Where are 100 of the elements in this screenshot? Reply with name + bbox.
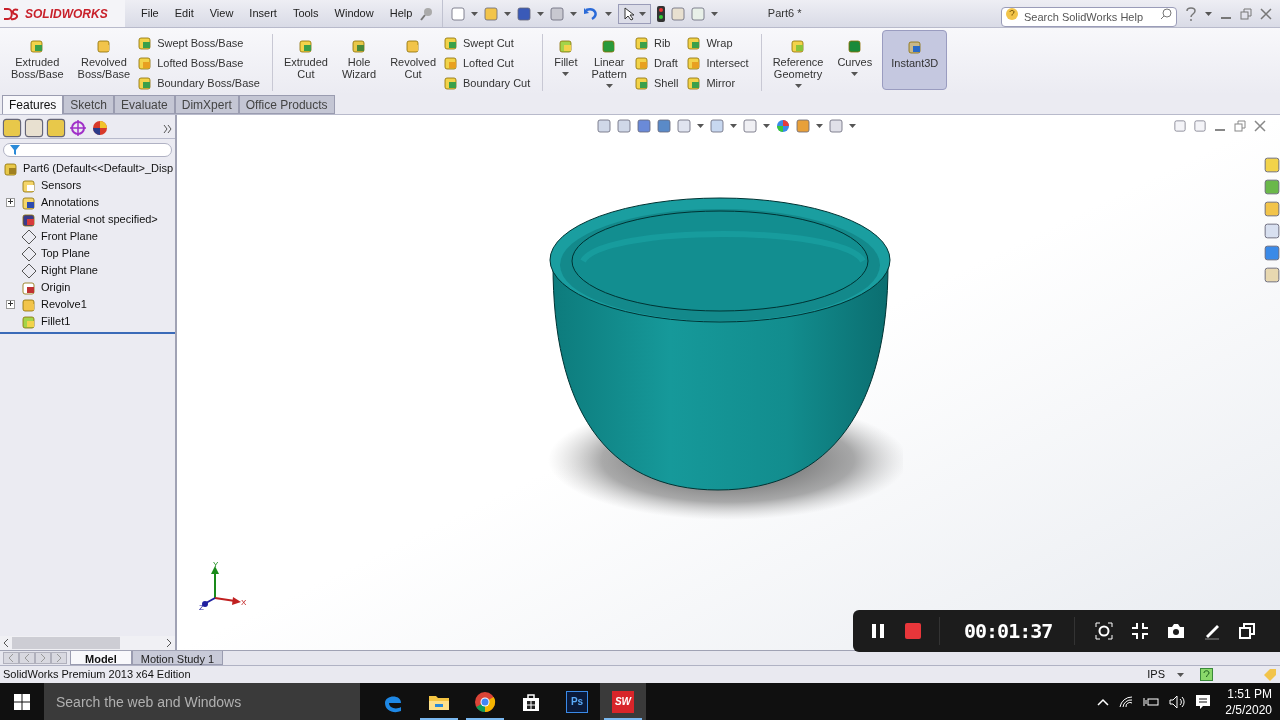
appearance-icon[interactable] [90, 118, 110, 138]
caret-icon[interactable] [605, 11, 613, 16]
expand-toggle[interactable] [6, 198, 15, 207]
ribbon-command[interactable]: Fillet [550, 30, 582, 68]
filter-field[interactable] [3, 143, 172, 157]
tray-chevron-icon[interactable] [1097, 697, 1110, 706]
tree-item[interactable]: Origin [41, 279, 71, 296]
ribbon-command[interactable]: Extruded Boss/Base [7, 30, 68, 80]
ribbon-command[interactable]: Rib [633, 33, 679, 53]
caret-icon[interactable] [711, 11, 719, 16]
menu-item[interactable]: Help [381, 5, 421, 22]
caret-icon[interactable] [562, 72, 570, 76]
ribbon-tab[interactable]: Sketch [63, 95, 115, 114]
ribbon-command[interactable]: Extruded Cut [279, 30, 332, 80]
ribbon-tab[interactable]: Evaluate [114, 95, 175, 114]
caret-icon[interactable] [471, 11, 479, 16]
tree-item[interactable]: Annotations [41, 194, 100, 211]
pause-icon[interactable] [871, 623, 885, 639]
ribbon-command[interactable]: Boundary Boss/Base [137, 73, 260, 93]
study-tab[interactable]: Motion Study 1 [131, 651, 224, 665]
pin-icon[interactable] [420, 6, 435, 21]
caret-icon[interactable] [504, 11, 512, 16]
caret-icon[interactable] [1205, 11, 1212, 16]
ribbon-tab[interactable]: Office Products [238, 95, 335, 114]
ribbon-command[interactable]: Lofted Cut [443, 53, 531, 73]
menu-item[interactable]: File [133, 5, 167, 22]
undo-icon[interactable] [583, 6, 600, 21]
caret-icon[interactable] [570, 11, 578, 16]
help-icon[interactable] [1200, 668, 1213, 681]
tree-item[interactable]: Revolve1 [41, 296, 87, 313]
tree-item[interactable]: Front Plane [41, 228, 98, 245]
ribbon-tab[interactable]: Features [2, 95, 64, 114]
crosshair-icon[interactable] [68, 118, 88, 138]
photoshop-icon[interactable]: Ps [566, 690, 588, 713]
volume-icon[interactable] [1169, 694, 1186, 709]
clock-date[interactable]: 2/5/2020 [1225, 701, 1272, 718]
caret-icon[interactable] [851, 72, 859, 76]
menu-item[interactable]: Insert [241, 5, 285, 22]
caret-icon[interactable] [537, 11, 545, 16]
caret-icon[interactable] [697, 124, 704, 128]
help-icon[interactable] [1185, 6, 1197, 21]
ribbon-command[interactable]: Lofted Boss/Base [137, 53, 260, 73]
store-icon[interactable] [521, 691, 541, 712]
menu-item[interactable]: Edit [166, 5, 202, 22]
caret-icon[interactable] [763, 124, 770, 128]
tree-item[interactable]: Sensors [41, 177, 82, 194]
ribbon-command[interactable]: Draft [633, 53, 679, 73]
close-icon[interactable] [1254, 120, 1266, 132]
caret-icon[interactable] [730, 124, 737, 128]
ribbon-command[interactable]: Instant3D [882, 30, 948, 90]
units-caret-icon[interactable] [1177, 672, 1184, 677]
expand-toggle[interactable] [6, 300, 15, 309]
units-selector[interactable]: IPS [1147, 666, 1165, 683]
battery-icon[interactable] [1143, 695, 1160, 708]
search-icon[interactable] [1160, 7, 1172, 20]
ribbon-command[interactable]: Hole Wizard [337, 30, 381, 80]
clock-time[interactable]: 1:51 PM [1227, 685, 1272, 702]
menu-item[interactable]: Tools [284, 5, 327, 22]
appearance-icon[interactable] [776, 119, 790, 133]
tree-item[interactable]: Fillet1 [41, 313, 71, 330]
ribbon-tab[interactable]: DimXpert [174, 95, 239, 114]
pen-icon[interactable] [1203, 622, 1222, 640]
notifications-icon[interactable] [1195, 693, 1212, 710]
ribbon-command[interactable]: Wrap [686, 33, 749, 53]
ribbon-command[interactable]: Boundary Cut [443, 73, 531, 93]
caret-icon[interactable] [816, 124, 823, 128]
caret-icon[interactable] [849, 124, 856, 128]
window-icon[interactable] [1239, 623, 1256, 639]
caret-icon[interactable] [639, 11, 647, 16]
caret-icon[interactable] [794, 84, 802, 88]
restore-icon[interactable] [1240, 7, 1252, 20]
study-tab[interactable]: Model [70, 651, 132, 665]
ribbon-command[interactable]: Reference Geometry [768, 30, 828, 80]
tree-item[interactable]: Part6 (Default<<Default>_Disp [23, 160, 174, 177]
ribbon-command[interactable]: Mirror [686, 73, 749, 93]
restore-icon[interactable] [1234, 120, 1246, 132]
close-icon[interactable] [1260, 7, 1272, 20]
tree-item[interactable]: Right Plane [41, 262, 98, 279]
scrollbar-thumb[interactable] [12, 637, 120, 649]
chrome-icon[interactable] [474, 690, 496, 713]
help-search-field[interactable]: Search SolidWorks Help [1001, 6, 1177, 27]
traffic-light-icon[interactable] [657, 5, 666, 22]
ribbon-command[interactable]: Swept Boss/Base [137, 33, 260, 53]
ribbon-command[interactable]: Intersect [686, 53, 749, 73]
menu-item[interactable]: View [201, 5, 242, 22]
solidworks-icon[interactable]: SW [612, 690, 634, 713]
ribbon-command[interactable]: Swept Cut [443, 33, 531, 53]
ribbon-command[interactable]: Curves [833, 30, 877, 68]
tree-item[interactable]: Top Plane [41, 245, 90, 262]
camera-icon[interactable] [1167, 623, 1186, 639]
expand-panel-icon[interactable] [163, 124, 173, 134]
screenshot-region-icon[interactable] [1095, 622, 1114, 640]
select-tool-button[interactable] [618, 3, 652, 24]
caret-icon[interactable] [605, 84, 613, 88]
tree-item[interactable]: Material <not specified> [41, 211, 158, 228]
ribbon-command[interactable]: Linear Pattern [587, 30, 631, 80]
taskbar-search-field[interactable]: Search the web and Windows [44, 683, 360, 720]
menu-item[interactable]: Window [326, 5, 382, 22]
wifi-icon[interactable] [1119, 695, 1134, 708]
ribbon-command[interactable]: Revolved Boss/Base [73, 30, 135, 80]
